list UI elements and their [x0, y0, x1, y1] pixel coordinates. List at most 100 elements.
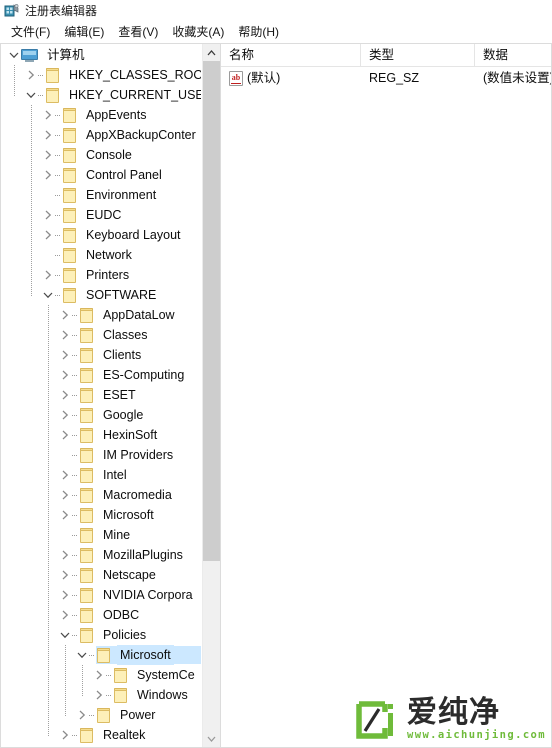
tree-expand-toggle-closed[interactable] — [58, 505, 72, 525]
tree-item[interactable]: Netscape — [1, 565, 201, 585]
tree-item[interactable]: HexinSoft — [1, 425, 201, 445]
tree-item[interactable]: HKEY_CLASSES_ROOT — [1, 65, 201, 85]
tree-item[interactable]: Control Panel — [1, 165, 201, 185]
tree-item[interactable]: Intel — [1, 465, 201, 485]
tree-expand-toggle-closed[interactable] — [58, 345, 72, 365]
column-type[interactable]: 类型 — [361, 44, 475, 66]
tree-vertical-scrollbar[interactable] — [202, 44, 220, 747]
scroll-down-button[interactable] — [203, 730, 220, 747]
registry-key-tree[interactable]: 计算机 HKEY_CLASSES_ROOT HKEY_CURRENT_USER App… — [1, 44, 201, 745]
scrollbar-thumb[interactable] — [203, 61, 220, 561]
tree-item[interactable]: IM Providers — [1, 445, 201, 465]
tree-item[interactable]: AppXBackupConter — [1, 125, 201, 145]
tree-expand-toggle-closed[interactable] — [75, 705, 89, 725]
menu-favorites[interactable]: 收藏夹(A) — [165, 23, 231, 42]
tree-item[interactable]: ESET — [1, 385, 201, 405]
column-data[interactable]: 数据 — [475, 44, 551, 66]
tree-expand-toggle-closed[interactable] — [41, 205, 55, 225]
tree-expand-toggle-open[interactable] — [41, 285, 55, 305]
value-row[interactable]: ab (默认) REG_SZ (数值未设置) — [221, 67, 551, 89]
tree-expand-toggle-closed[interactable] — [58, 405, 72, 425]
folder-icon — [96, 707, 112, 723]
column-name[interactable]: 名称 — [221, 44, 361, 66]
chevron-right-icon — [62, 310, 69, 320]
tree-item[interactable]: SystemCe — [1, 665, 201, 685]
tree-item-label: Console — [86, 148, 132, 162]
tree-item-label: Policies — [103, 628, 147, 642]
menu-view[interactable]: 查看(V) — [111, 23, 165, 42]
tree-connector — [55, 205, 62, 225]
tree-item-label: Classes — [103, 328, 148, 342]
tree-expand-toggle-closed[interactable] — [41, 105, 55, 125]
tree-item[interactable]: Environment — [1, 185, 201, 205]
tree-item[interactable]: MozillaPlugins — [1, 545, 201, 565]
scroll-up-button[interactable] — [203, 44, 220, 61]
tree-item[interactable]: NVIDIA Corpora — [1, 585, 201, 605]
tree-expand-toggle-closed[interactable] — [58, 605, 72, 625]
chevron-down-icon — [26, 92, 36, 99]
tree-connector — [72, 725, 79, 745]
tree-item[interactable]: Clients — [1, 345, 201, 365]
chevron-up-icon — [207, 49, 216, 55]
tree-item[interactable]: EUDC — [1, 205, 201, 225]
tree-item[interactable]: ES-Computing — [1, 365, 201, 385]
tree-expand-toggle-closed[interactable] — [58, 425, 72, 445]
tree-expand-toggle-closed[interactable] — [92, 665, 106, 685]
tree-expand-toggle-closed[interactable] — [58, 385, 72, 405]
tree-expand-toggle-closed[interactable] — [58, 585, 72, 605]
tree-expand-toggle-closed[interactable] — [58, 725, 72, 745]
tree-expand-toggle-open[interactable] — [58, 625, 72, 645]
tree-expand-toggle-closed[interactable] — [58, 325, 72, 345]
tree-item-label: SystemCe — [137, 668, 195, 682]
tree-expand-toggle-open[interactable] — [24, 85, 38, 105]
values-list[interactable]: ab (默认) REG_SZ (数值未设置) — [221, 67, 551, 89]
tree-item[interactable]: Power — [1, 705, 201, 725]
tree-expand-toggle-closed[interactable] — [58, 545, 72, 565]
tree-expand-toggle-closed[interactable] — [41, 125, 55, 145]
tree-connector — [72, 365, 79, 385]
tree-item[interactable]: SOFTWARE — [1, 285, 201, 305]
tree-item[interactable]: AppDataLow — [1, 305, 201, 325]
tree-expand-toggle-closed[interactable] — [41, 145, 55, 165]
tree-item[interactable]: Classes — [1, 325, 201, 345]
tree-item[interactable]: Realtek — [1, 725, 201, 745]
tree-item[interactable]: Microsoft — [1, 645, 201, 665]
tree-expand-toggle-open[interactable] — [75, 645, 89, 665]
tree-item[interactable]: Keyboard Layout — [1, 225, 201, 245]
tree-item[interactable]: Windows — [1, 685, 201, 705]
chevron-right-icon — [62, 490, 69, 500]
folder-icon — [79, 627, 95, 643]
tree-item[interactable]: ODBC — [1, 605, 201, 625]
menu-file[interactable]: 文件(F) — [4, 23, 57, 42]
tree-expand-toggle-closed[interactable] — [58, 365, 72, 385]
tree-item-label: Printers — [86, 268, 130, 282]
tree-item[interactable]: Microsoft — [1, 505, 201, 525]
tree-item[interactable]: Google — [1, 405, 201, 425]
tree-item[interactable]: Mine — [1, 525, 201, 545]
tree-expand-toggle-closed[interactable] — [41, 165, 55, 185]
tree-item[interactable]: Network — [1, 245, 201, 265]
chevron-right-icon — [45, 230, 52, 240]
tree-item[interactable]: AppEvents — [1, 105, 201, 125]
folder-icon — [113, 667, 129, 683]
tree-item[interactable]: HKEY_CURRENT_USER — [1, 85, 201, 105]
tree-item[interactable]: Console — [1, 145, 201, 165]
tree-expand-toggle-closed[interactable] — [58, 485, 72, 505]
tree-item[interactable]: Macromedia — [1, 485, 201, 505]
chevron-right-icon — [62, 570, 69, 580]
chevron-right-icon — [62, 610, 69, 620]
tree-item[interactable]: Policies — [1, 625, 201, 645]
tree-expand-toggle-closed[interactable] — [92, 685, 106, 705]
tree-item[interactable]: Printers — [1, 265, 201, 285]
tree-expand-toggle-closed[interactable] — [58, 465, 72, 485]
tree-expand-toggle-closed[interactable] — [24, 65, 38, 85]
tree-expand-toggle-closed[interactable] — [58, 565, 72, 585]
tree-expand-toggle-closed[interactable] — [58, 305, 72, 325]
tree-connector — [89, 705, 96, 725]
tree-expand-toggle-closed[interactable] — [41, 265, 55, 285]
tree-expand-toggle-open[interactable] — [7, 45, 21, 65]
menu-help[interactable]: 帮助(H) — [231, 23, 286, 42]
menu-edit[interactable]: 编辑(E) — [57, 23, 111, 42]
tree-expand-toggle-closed[interactable] — [41, 225, 55, 245]
tree-item[interactable]: 计算机 — [1, 45, 201, 65]
